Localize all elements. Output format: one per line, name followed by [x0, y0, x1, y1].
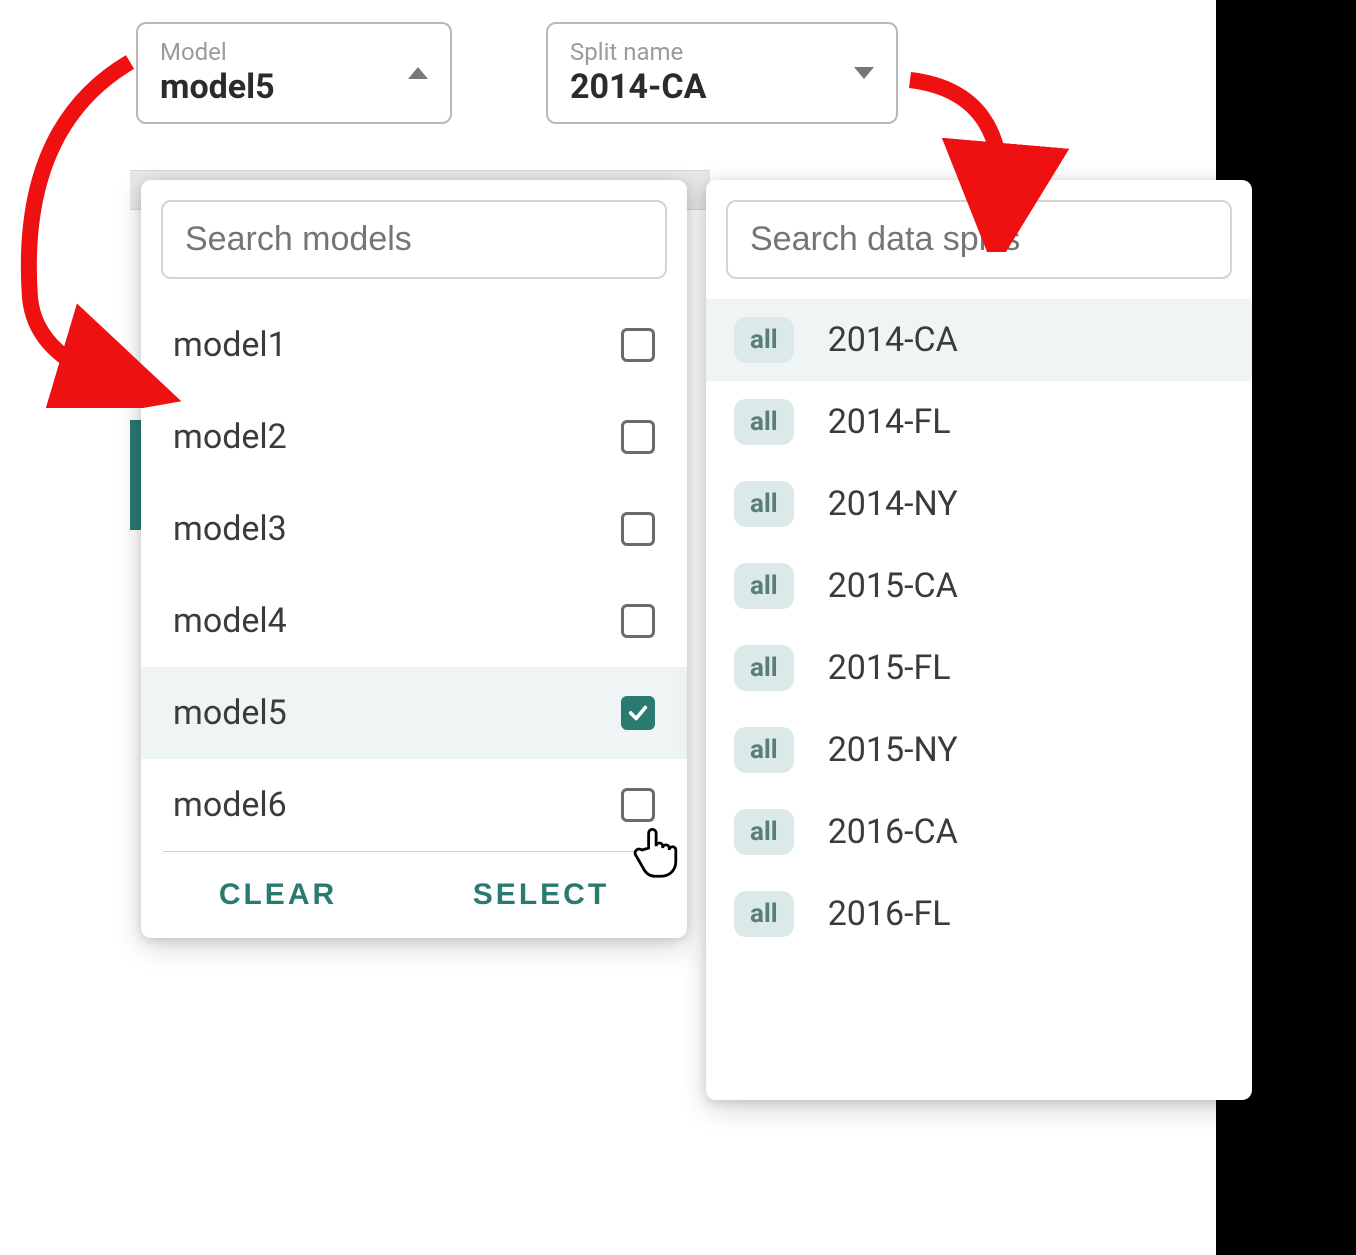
split-option[interactable]: all 2015-CA [706, 545, 1252, 627]
model-panel: model1 model2 model3 model4 model5 model6 CLE… [141, 180, 687, 938]
checkbox-icon[interactable] [621, 604, 655, 638]
model-option-label: model1 [173, 325, 287, 365]
select-button[interactable]: SELECT [473, 878, 609, 912]
split-panel: all 2014-CA all 2014-FL all 2014-NY all 2015-CA… [706, 180, 1252, 1100]
all-badge: all [734, 563, 794, 609]
checkbox-icon[interactable] [621, 696, 655, 730]
model-option[interactable]: model5 [141, 667, 687, 759]
model-option-label: model3 [173, 509, 287, 549]
split-option[interactable]: all 2016-CA [706, 791, 1252, 873]
checkbox-icon[interactable] [621, 420, 655, 454]
all-badge: all [734, 727, 794, 773]
model-option-label: model4 [173, 601, 287, 641]
split-option-label: 2014-CA [828, 320, 958, 360]
split-option-label: 2015-FL [828, 648, 951, 688]
all-badge: all [734, 481, 794, 527]
split-dropdown-value: 2014-CA [570, 67, 707, 108]
chevron-down-icon [854, 67, 874, 79]
checkbox-icon[interactable] [621, 512, 655, 546]
all-badge: all [734, 317, 794, 363]
split-option-label: 2015-NY [828, 730, 958, 770]
checkbox-icon[interactable] [621, 788, 655, 822]
split-dropdown-label: Split name [570, 38, 707, 67]
all-badge: all [734, 399, 794, 445]
split-option[interactable]: all 2014-NY [706, 463, 1252, 545]
checkbox-icon[interactable] [621, 328, 655, 362]
split-option[interactable]: all 2015-FL [706, 627, 1252, 709]
split-option[interactable]: all 2015-NY [706, 709, 1252, 791]
model-option[interactable]: model1 [141, 299, 687, 391]
split-option-label: 2015-CA [828, 566, 958, 606]
model-option-label: model6 [173, 785, 287, 825]
model-list: model1 model2 model3 model4 model5 model6 [141, 299, 687, 851]
split-search-input[interactable] [726, 200, 1232, 279]
clear-button[interactable]: CLEAR [219, 878, 337, 912]
all-badge: all [734, 809, 794, 855]
split-option[interactable]: all 2014-CA [706, 299, 1252, 381]
model-dropdown-label: Model [160, 38, 275, 67]
model-search-input[interactable] [161, 200, 667, 279]
model-option[interactable]: model4 [141, 575, 687, 667]
split-option[interactable]: all 2016-FL [706, 873, 1252, 955]
all-badge: all [734, 645, 794, 691]
model-option[interactable]: model3 [141, 483, 687, 575]
split-option-label: 2014-FL [828, 402, 951, 442]
split-option-label: 2016-CA [828, 812, 958, 852]
split-dropdown[interactable]: Split name 2014-CA [546, 22, 898, 124]
split-option[interactable]: all 2014-FL [706, 381, 1252, 463]
model-option-label: model2 [173, 417, 287, 457]
all-badge: all [734, 891, 794, 937]
chevron-up-icon [408, 67, 428, 79]
model-option[interactable]: model6 [141, 759, 687, 851]
model-dropdown-value: model5 [160, 67, 275, 108]
split-list: all 2014-CA all 2014-FL all 2014-NY all 2015-CA… [706, 299, 1252, 955]
split-option-label: 2014-NY [828, 484, 958, 524]
model-option-label: model5 [173, 693, 287, 733]
model-option[interactable]: model2 [141, 391, 687, 483]
model-dropdown[interactable]: Model model5 [136, 22, 452, 124]
split-option-label: 2016-FL [828, 894, 951, 934]
